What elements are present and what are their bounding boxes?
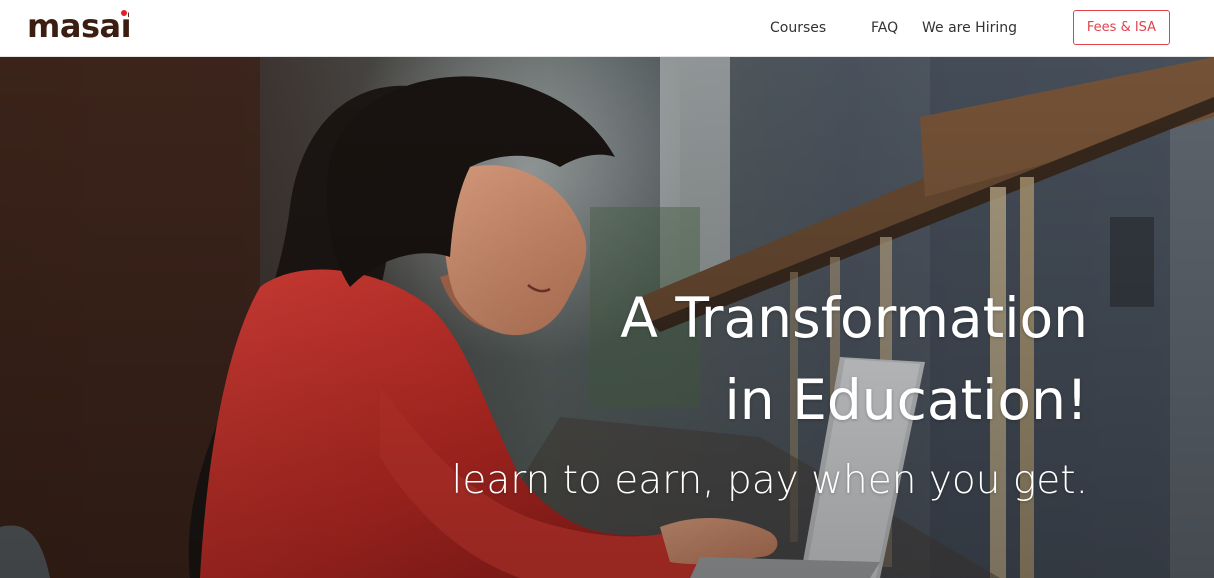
hero-headline-line1: A Transformation <box>620 286 1088 350</box>
hero-section: A Transformation in Education! learn to … <box>0 57 1214 578</box>
hero-subheadline: learn to earn, pay when you get. <box>451 458 1089 503</box>
nav-hiring-link[interactable]: We are Hiring <box>922 19 1017 37</box>
site-header: masai Courses FAQ We are Hiring Fees & I… <box>0 0 1214 57</box>
nav-courses-link[interactable]: Courses <box>770 19 826 37</box>
fees-isa-button[interactable]: Fees & ISA <box>1073 10 1170 45</box>
logo-text: masai <box>27 7 132 45</box>
nav-faq-link[interactable]: FAQ <box>871 19 898 37</box>
masai-logo[interactable]: masai <box>27 6 132 46</box>
logo-red-dot-icon <box>121 10 128 16</box>
hero-headline-line2: in Education! <box>724 368 1089 432</box>
